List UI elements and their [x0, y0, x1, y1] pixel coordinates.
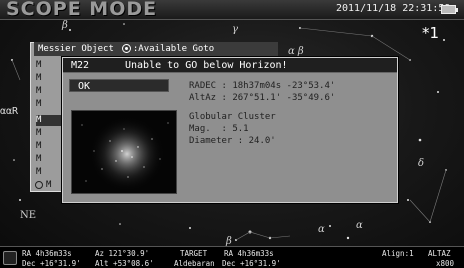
footnote-marker: *1: [422, 24, 440, 42]
list-item[interactable]: M: [36, 154, 50, 165]
sky-label: α β: [288, 46, 304, 57]
clock: 2011/11/18 22:31:59: [336, 3, 451, 14]
telescope-icon: [3, 251, 17, 265]
list-item[interactable]: M: [36, 60, 50, 71]
goto-hint: :Available Goto: [132, 44, 215, 54]
current-dec: Dec +16°31.9': [22, 259, 81, 268]
object-type: Globular Cluster: [189, 112, 276, 122]
list-item[interactable]: M: [36, 128, 50, 139]
list-item[interactable]: M: [36, 167, 50, 178]
target-name: Aldebaran: [174, 259, 215, 268]
sky-label: α: [318, 224, 325, 235]
target-ra: RA 4h36m33s: [224, 249, 274, 258]
mode-header-bar: SCOPE MODE 2011/11/18 22:31:59: [0, 0, 464, 20]
sky-label: β: [62, 20, 68, 31]
zoom-level: x800: [436, 259, 455, 268]
radec-value: RADEC : 18h37m04s -23°53.4': [189, 81, 336, 91]
target-dec: Dec +16°31.9': [222, 259, 281, 268]
list-item[interactable]: M: [36, 141, 50, 152]
battery-icon: [441, 5, 458, 14]
sky-label: γ: [232, 24, 238, 35]
list-item[interactable]: M: [36, 99, 50, 110]
side-marker: ααR: [0, 106, 19, 117]
cluster-image: [72, 111, 176, 193]
sky-label: NE: [20, 210, 37, 221]
current-az: Az 121°30.9': [95, 249, 150, 258]
object-thumbnail: [71, 110, 177, 194]
sky-label: δ: [418, 158, 425, 169]
list-title: Messier Object: [38, 44, 114, 54]
goto-warning-dialog: M22 Unable to GO below Horizon! OK RADEC…: [62, 57, 398, 203]
current-alt: Alt +53°08.6': [95, 259, 154, 268]
goto-available-icon: [35, 181, 43, 189]
dialog-message: Unable to GO below Horizon!: [125, 60, 288, 71]
magnitude-value: Mag. : 5.1: [189, 124, 249, 134]
list-item[interactable]: M: [46, 180, 60, 191]
messier-list-header: Messier Object :Available Goto: [34, 42, 278, 56]
list-item[interactable]: M: [36, 86, 50, 97]
status-footer: RA 4h36m33s Az 121°30.9' Dec +16°31.9' A…: [0, 246, 464, 268]
telescope-sky-screen: β α β γ δ α NE α β SCOPE MODE 2011/11/18…: [0, 0, 464, 268]
dialog-header: M22 Unable to GO below Horizon!: [63, 58, 397, 73]
dialog-object-name: M22: [71, 60, 90, 71]
altaz-value: AltAz : 267°51.1' -35°49.6': [189, 93, 336, 103]
align-status: Align:1: [382, 249, 414, 258]
view-mode: ALTAZ: [428, 249, 451, 258]
sky-label: α: [356, 220, 363, 231]
list-item-selected[interactable]: M: [36, 115, 62, 126]
mode-title: SCOPE MODE: [6, 0, 158, 20]
ok-button[interactable]: OK: [69, 79, 169, 92]
current-ra: RA 4h36m33s: [22, 249, 72, 258]
goto-available-icon: [121, 44, 131, 53]
target-label: TARGET: [180, 249, 208, 258]
diameter-value: Diameter : 24.0': [189, 136, 276, 146]
list-item[interactable]: M: [36, 73, 50, 84]
